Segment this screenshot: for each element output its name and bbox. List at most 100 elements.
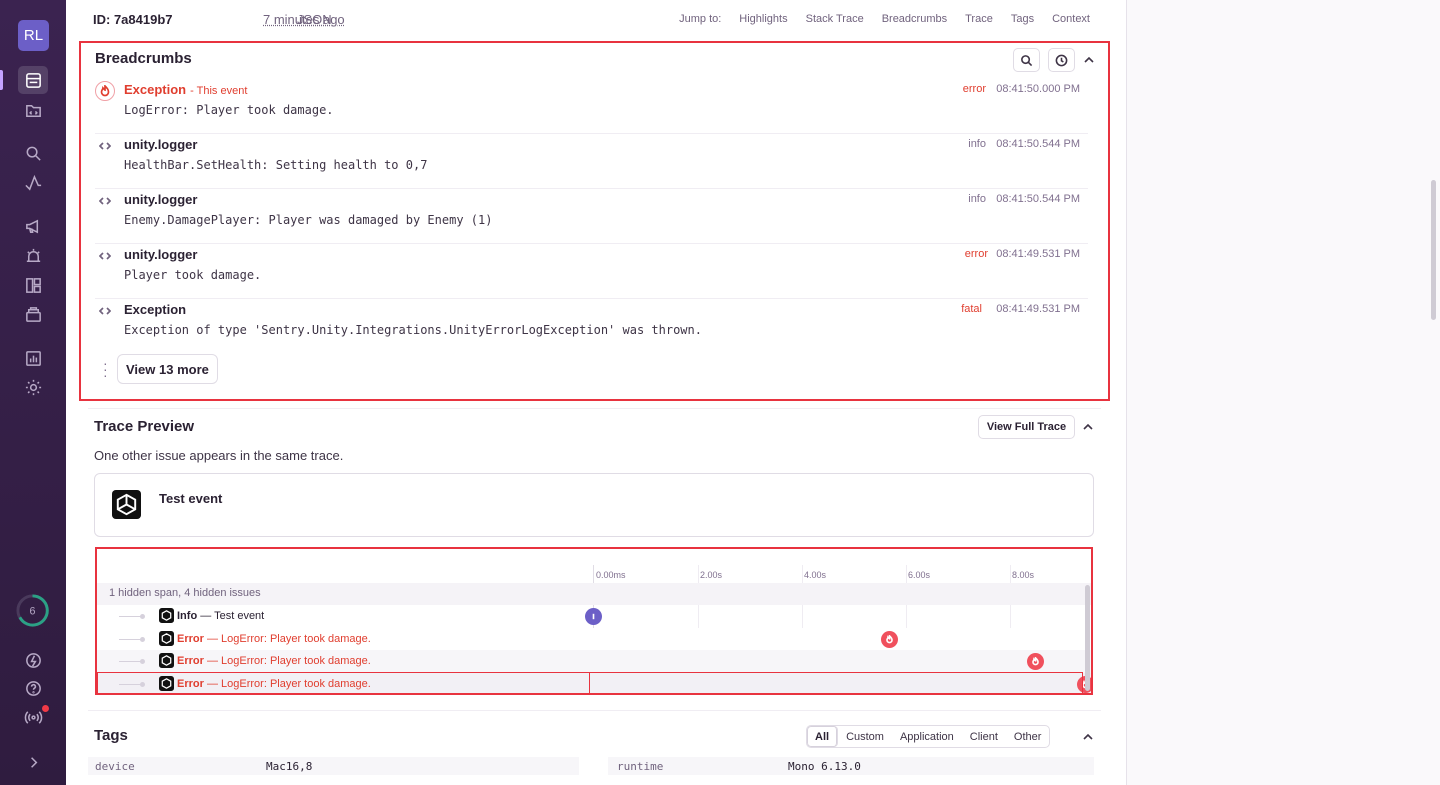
- breadcrumb-row: unity.logger Enemy.DamagePlayer: Player …: [95, 189, 1088, 244]
- page-scrollbar[interactable]: [1431, 180, 1436, 320]
- performance-icon[interactable]: [18, 169, 48, 197]
- breadcrumb-level: error: [962, 83, 986, 95]
- sidebar: RL 6: [0, 0, 66, 785]
- collapse-sidebar-icon[interactable]: [18, 748, 48, 776]
- tag-row[interactable]: runtime Mono 6.13.0: [608, 757, 1094, 775]
- breadcrumb-category: unity.logger: [124, 192, 198, 207]
- breadcrumb-message: Enemy.DamagePlayer: Player was damaged b…: [124, 213, 493, 227]
- breadcrumb-timestamp: 08:41:49.531 PM: [996, 303, 1080, 315]
- this-event-note: - This event: [190, 85, 248, 97]
- view-more-button[interactable]: View 13 more: [117, 354, 218, 384]
- info-marker-icon[interactable]: [585, 608, 602, 625]
- breadcrumb-message: HealthBar.SetHealth: Setting health to 0…: [124, 158, 428, 172]
- trace-row-label: Info — Test event: [177, 610, 265, 622]
- breadcrumb-timestamp: 08:41:50.544 PM: [996, 193, 1080, 205]
- releases-icon[interactable]: [18, 212, 48, 240]
- help-icon[interactable]: [18, 674, 48, 702]
- more-dots-icon: · · ·: [103, 355, 108, 383]
- json-link[interactable]: JSON: [297, 12, 332, 27]
- tags-filter-other[interactable]: Other: [1006, 726, 1050, 747]
- search-breadcrumbs-button[interactable]: [1013, 48, 1040, 72]
- search-icon: [1021, 54, 1033, 66]
- waterfall-timeline-header: 0.00ms 2.00s 4.00s 6.00s 8.00s: [97, 549, 1091, 583]
- archive-icon[interactable]: [18, 300, 48, 328]
- tags-filter-all[interactable]: All: [807, 726, 839, 747]
- trace-row-label: Error — LogError: Player took damage.: [177, 633, 371, 645]
- tags-filter-custom[interactable]: Custom: [838, 726, 892, 747]
- alerts-icon[interactable]: [18, 242, 48, 270]
- tree-node-dot: [140, 659, 145, 664]
- tags-filter-application[interactable]: Application: [892, 726, 962, 747]
- event-id: ID: 7a8419b7: [93, 12, 173, 27]
- tick-label: 4.00s: [804, 570, 827, 580]
- tree-connector: [119, 616, 141, 617]
- related-issue-card[interactable]: Test event: [94, 473, 1094, 537]
- explore-icon[interactable]: [18, 139, 48, 167]
- trace-row[interactable]: Info — Test event: [97, 605, 1091, 628]
- dashboards-icon[interactable]: [18, 271, 48, 299]
- tag-key: runtime: [617, 760, 664, 773]
- jump-highlights[interactable]: Highlights: [739, 13, 787, 25]
- stats-icon[interactable]: [18, 344, 48, 372]
- unity-logo-icon: [159, 653, 174, 668]
- projects-icon[interactable]: [18, 96, 48, 124]
- collapse-trace-button[interactable]: [1082, 420, 1096, 434]
- trace-row[interactable]: Error — LogError: Player took damage.: [97, 628, 1091, 651]
- code-icon: [95, 246, 115, 266]
- time-display-button[interactable]: [1048, 48, 1075, 72]
- breadcrumb-category: Exception - This event: [124, 82, 248, 97]
- collapse-tags-button[interactable]: [1082, 730, 1096, 744]
- chevron-up-icon: [1084, 56, 1094, 63]
- whats-new-icon[interactable]: [18, 646, 48, 674]
- breadcrumb-level: info: [968, 193, 986, 205]
- jump-stack-trace[interactable]: Stack Trace: [806, 13, 864, 25]
- jump-trace[interactable]: Trace: [965, 13, 993, 25]
- tick-label: 8.00s: [1012, 570, 1035, 580]
- breadcrumb-row: unity.logger Player took damage. error 0…: [95, 244, 1088, 299]
- tags-filter-client[interactable]: Client: [962, 726, 1006, 747]
- unity-logo-icon: [159, 608, 174, 623]
- tick-label: 0.00ms: [596, 570, 626, 580]
- breadcrumb-message: Player took damage.: [124, 268, 262, 282]
- tag-key: device: [95, 760, 135, 773]
- breadcrumb-level: error: [964, 248, 988, 260]
- jump-tags[interactable]: Tags: [1011, 13, 1034, 25]
- tag-value: Mac16,8: [266, 760, 313, 773]
- unity-logo-icon: [159, 631, 174, 646]
- jump-to-label: Jump to:: [679, 13, 722, 25]
- onboarding-count: 6: [30, 605, 36, 617]
- chevron-up-icon: [1083, 733, 1093, 740]
- tick-label: 2.00s: [700, 570, 723, 580]
- trace-row[interactable]: Error — LogError: Player took damage.: [97, 650, 1091, 673]
- hidden-spans-row[interactable]: 1 hidden span, 4 hidden issues: [97, 583, 1091, 605]
- jump-to-nav: Jump to: Highlights Stack Trace Breadcru…: [679, 13, 1090, 25]
- breadcrumb-message: Exception of type 'Sentry.Unity.Integrat…: [124, 323, 702, 337]
- clock-icon: [1055, 54, 1068, 66]
- issues-icon[interactable]: [18, 66, 48, 94]
- tag-row[interactable]: device Mac16,8: [88, 757, 579, 775]
- breadcrumb-timestamp: 08:41:49.531 PM: [996, 248, 1080, 260]
- trace-row-label: Error — LogError: Player took damage.: [177, 655, 371, 667]
- chevron-up-icon: [1083, 423, 1093, 430]
- view-full-trace-button[interactable]: View Full Trace: [978, 415, 1075, 439]
- breadcrumbs-section: Breadcrumbs Exception - This event LogErr…: [79, 41, 1110, 401]
- collapse-breadcrumbs-button[interactable]: [1083, 53, 1097, 67]
- onboarding-progress-icon[interactable]: 6: [15, 593, 50, 628]
- error-marker-icon[interactable]: [881, 631, 898, 648]
- active-nav-marker: [0, 70, 3, 90]
- tick-label: 6.00s: [908, 570, 931, 580]
- waterfall-scrollbar[interactable]: [1085, 585, 1090, 691]
- jump-breadcrumbs[interactable]: Breadcrumbs: [882, 13, 947, 25]
- related-issue-title[interactable]: Test event: [159, 491, 222, 506]
- error-marker-icon[interactable]: [1027, 653, 1044, 670]
- trace-waterfall: 0.00ms 2.00s 4.00s 6.00s 8.00s 1 hidden …: [95, 547, 1093, 695]
- trace-preview-title: Trace Preview: [94, 418, 195, 435]
- settings-icon[interactable]: [18, 373, 48, 401]
- jump-context[interactable]: Context: [1052, 13, 1090, 25]
- tags-title: Tags: [94, 727, 128, 744]
- breadcrumb-category: Exception: [124, 302, 187, 317]
- event-header: ID: 7a8419b7 7 minutes ago JSON Jump to:…: [66, 0, 1126, 38]
- breadcrumb-message: LogError: Player took damage.: [124, 103, 334, 117]
- org-avatar[interactable]: RL: [18, 20, 49, 51]
- hidden-spans-label: 1 hidden span, 4 hidden issues: [109, 587, 261, 599]
